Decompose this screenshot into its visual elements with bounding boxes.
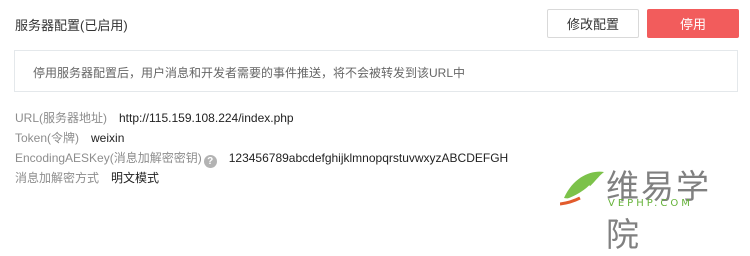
config-row-token: Token(令牌) weixin (15, 128, 508, 148)
encrypt-label: 消息加解密方式 (15, 171, 100, 185)
watermark-en: VEPHP.COM (608, 198, 693, 209)
aeskey-label: EncodingAESKey(消息加解密密钥) (15, 151, 202, 165)
config-row-encrypt: 消息加解密方式 明文模式 (15, 168, 508, 188)
section-title: 服务器配置(已启用) (15, 18, 128, 33)
notice-box: 停用服务器配置后，用户消息和开发者需要的事件推送，将不会被转发到该URL中 (14, 50, 738, 92)
token-value: weixin (91, 131, 125, 145)
disable-button[interactable]: 停用 (647, 9, 739, 38)
config-header: 服务器配置(已启用) 修改配置 停用 (0, 0, 750, 48)
watermark: 维易学院 VEPHP.COM (560, 160, 745, 254)
help-icon[interactable]: ? (203, 155, 217, 168)
notice-text: 停用服务器配置后，用户消息和开发者需要的事件推送，将不会被转发到该URL中 (33, 66, 466, 80)
modify-config-button[interactable]: 修改配置 (547, 9, 639, 38)
aeskey-value: 123456789abcdefghijklmnopqrstuvwxyzABCDE… (228, 151, 509, 165)
config-row-aeskey: EncodingAESKey(消息加解密密钥)? 123456789abcdefg… (15, 148, 508, 168)
token-label: Token(令牌) (15, 131, 80, 145)
config-details: URL(服务器地址) http://115.159.108.224/index.p… (15, 108, 508, 188)
config-row-url: URL(服务器地址) http://115.159.108.224/index.p… (15, 108, 508, 128)
url-label: URL(服务器地址) (15, 111, 107, 125)
encrypt-value: 明文模式 (111, 171, 160, 185)
url-value: http://115.159.108.224/index.php (119, 111, 294, 125)
leaf-logo-icon (560, 171, 604, 206)
